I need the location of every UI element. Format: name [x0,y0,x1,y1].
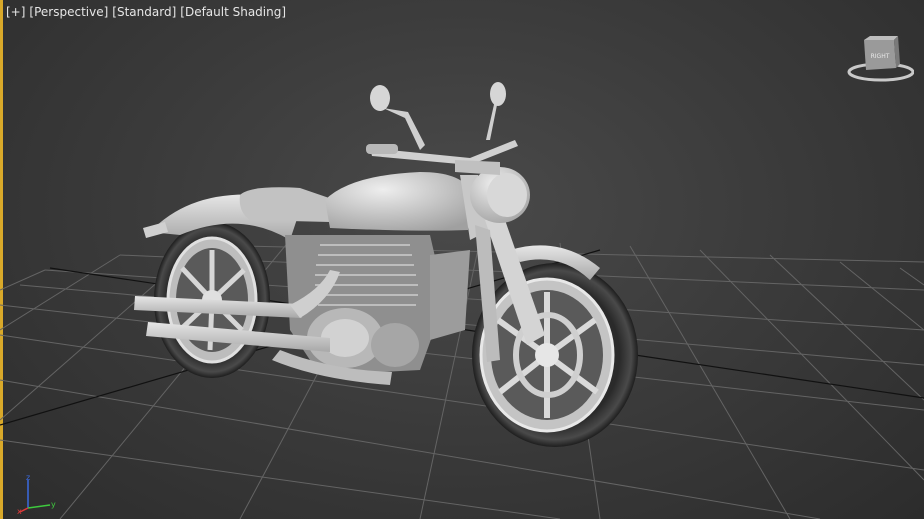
viewport-label-menu: [+] [Perspective] [Standard] [Default Shadi… [6,5,290,19]
y-axis-line [27,504,51,509]
motorcycle-model[interactable] [134,82,638,447]
viewcube-face-label: RIGHT [871,53,890,60]
viewport-general-menu[interactable]: [+] [6,5,25,19]
viewport-shading-style-menu[interactable]: [Default Shading] [180,5,286,19]
viewport-view-menu[interactable]: [Perspective] [29,5,108,19]
viewport-shading-mode-menu[interactable]: [Standard] [112,5,176,19]
x-axis-label: x [17,507,22,514]
viewcube[interactable]: RIGHT [844,36,914,84]
axis-tripod: z y x [17,473,56,514]
scene-canvas[interactable] [0,0,924,519]
perspective-viewport[interactable]: [+] [Perspective] [Standard] [Default Shadi… [0,0,924,519]
z-axis-label: z [26,473,30,482]
y-axis-label: y [51,500,56,509]
